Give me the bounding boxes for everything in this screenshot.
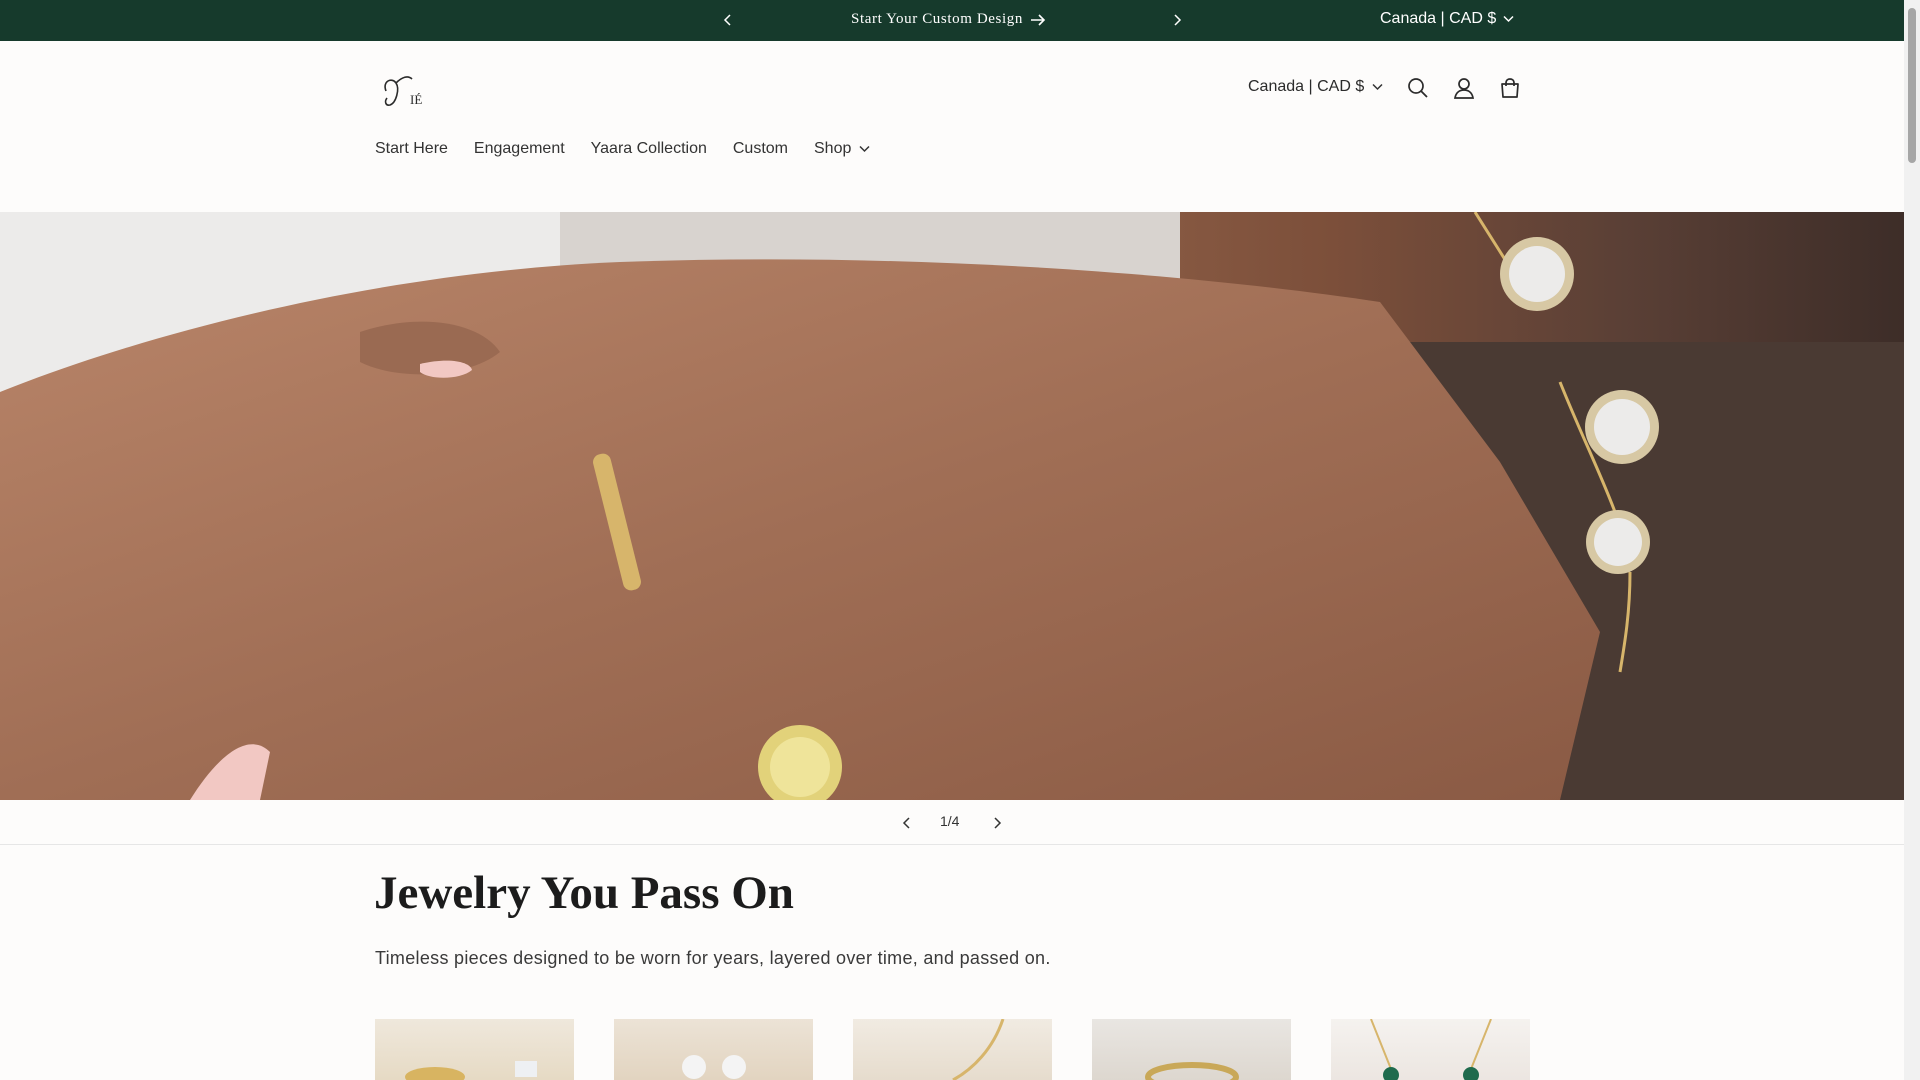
card-image xyxy=(682,1055,746,1079)
collection-card[interactable] xyxy=(375,1019,574,1080)
header-currency-selector[interactable]: Canada | CAD $ xyxy=(1248,78,1383,96)
chevron-down-icon xyxy=(1372,83,1383,91)
cart-button[interactable] xyxy=(1494,72,1526,104)
collection-card[interactable] xyxy=(853,1019,1052,1080)
hero-slide-image xyxy=(0,212,1904,800)
section-subtitle: Timeless pieces designed to be worn for … xyxy=(375,948,1051,968)
nav-start-here[interactable]: Start Here xyxy=(375,140,448,158)
slide-next-button[interactable] xyxy=(986,812,1008,834)
collection-card[interactable] xyxy=(1331,1019,1530,1080)
page-scrollbar[interactable] xyxy=(1904,0,1920,1080)
card-image xyxy=(405,1061,537,1080)
header-currency-label: Canada | CAD $ xyxy=(1248,78,1365,95)
account-button[interactable] xyxy=(1448,72,1480,104)
collection-card[interactable] xyxy=(614,1019,813,1080)
chevron-right-icon xyxy=(1174,14,1182,26)
announcement-currency-label: Canada | CAD $ xyxy=(1380,10,1497,27)
slide-prev-button[interactable] xyxy=(896,812,918,834)
slideshow-controls: 1/4 xyxy=(0,800,1904,845)
search-icon xyxy=(1408,78,1428,98)
hero-illustration xyxy=(0,212,1904,800)
search-button[interactable] xyxy=(1402,72,1434,104)
nav-yaara-collection[interactable]: Yaara Collection xyxy=(591,140,707,158)
nav-engagement[interactable]: Engagement xyxy=(474,140,565,158)
announcement-message: Start Your Custom Design xyxy=(851,11,1023,27)
nav-shop[interactable]: Shop xyxy=(814,140,870,158)
chevron-down-icon xyxy=(1503,15,1514,23)
cart-icon xyxy=(1501,78,1519,98)
collection-cards xyxy=(375,1019,1530,1080)
site-header: IÉ Canada | CAD $ Start Here Engagement … xyxy=(0,41,1904,212)
card-image xyxy=(1145,1062,1239,1080)
account-icon xyxy=(1453,78,1475,99)
collection-card[interactable] xyxy=(1092,1019,1291,1080)
slide-counter: 1/4 xyxy=(940,813,960,829)
scrollbar-thumb[interactable] xyxy=(1908,8,1916,163)
card-image xyxy=(952,1019,1005,1080)
arrow-right-icon xyxy=(1030,13,1046,26)
chevron-right-icon xyxy=(994,817,1002,829)
nav-custom[interactable]: Custom xyxy=(733,140,788,158)
chevron-left-icon xyxy=(902,817,910,829)
section-title: Jewelry You Pass On xyxy=(374,867,794,919)
chevron-left-icon xyxy=(723,14,731,26)
chevron-down-icon xyxy=(859,145,870,153)
announcement-prev-button[interactable] xyxy=(717,9,739,31)
card-image xyxy=(1370,1019,1492,1080)
announcement-link[interactable]: Start Your Custom Design xyxy=(851,11,1046,28)
main-navigation: Start Here Engagement Yaara Collection C… xyxy=(375,140,870,158)
nav-shop-label: Shop xyxy=(814,140,852,157)
site-logo[interactable]: IÉ xyxy=(378,67,440,115)
announcement-next-button[interactable] xyxy=(1166,9,1188,31)
announcement-currency-selector[interactable]: Canada | CAD $ xyxy=(1380,10,1514,28)
svg-text:IÉ: IÉ xyxy=(410,92,422,107)
announcement-bar: Start Your Custom Design Canada | CAD $ xyxy=(0,0,1904,41)
logo-mark: IÉ xyxy=(384,76,422,107)
